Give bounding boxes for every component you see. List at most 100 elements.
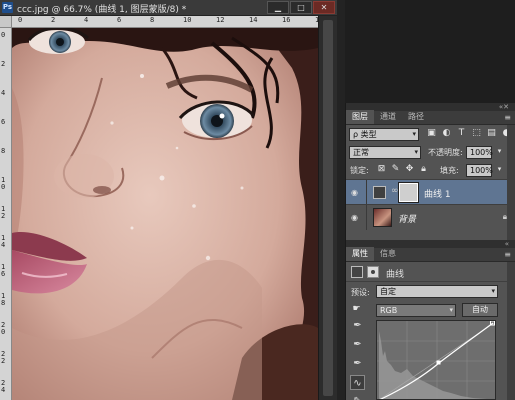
ruler-tick-label: 0 — [18, 16, 23, 24]
properties-scrollbar[interactable] — [507, 262, 515, 400]
lock-label: 锁定: — [350, 166, 369, 175]
preset-value: 自定 — [380, 287, 396, 296]
opacity-slider-icon[interactable]: ▾ — [494, 146, 505, 157]
channel-dropdown[interactable]: RGB ▾ — [376, 304, 456, 317]
canvas-vertical-scrollbar[interactable] — [318, 16, 337, 400]
layer-name[interactable]: 曲线 1 — [424, 187, 451, 200]
scrollbar-thumb[interactable] — [323, 20, 333, 396]
ruler-origin[interactable] — [0, 16, 12, 28]
preset-row: 预设: 自定 ▾ — [346, 282, 515, 301]
ruler-tick-label: 24 — [1, 379, 6, 394]
layer-name[interactable]: 背景 — [398, 212, 416, 225]
chevron-down-icon: ▾ — [491, 287, 495, 295]
ruler-tick-label: 18 — [1, 292, 6, 307]
blend-mode-dropdown[interactable]: 正常 ▾ — [349, 146, 421, 159]
ruler-tick-label: 14 — [1, 234, 6, 249]
window-controls: ▁ □ ✕ — [267, 1, 335, 14]
type-filter-icon[interactable]: T — [456, 128, 467, 139]
adjustment-filter-icon[interactable]: ◐ — [441, 128, 452, 139]
channel-value: RGB — [380, 306, 398, 315]
ruler-tick-label: 8 — [150, 16, 155, 24]
pencil-icon[interactable]: ✎ — [350, 394, 365, 400]
lock-image-icon[interactable]: ✎ — [390, 164, 401, 175]
lock-all-icon[interactable]: 🔒︎ — [418, 164, 429, 175]
fill-label: 填充: — [440, 166, 459, 175]
properties-panel-tabs: 属性 信息 ≡ — [346, 247, 515, 262]
eyedropper-white-icon[interactable]: ✒ — [350, 356, 365, 371]
preset-dropdown[interactable]: 自定 ▾ — [376, 285, 498, 298]
eye-icon[interactable]: ◉ — [351, 188, 358, 197]
close-button[interactable]: ✕ — [313, 1, 335, 14]
ruler-tick-label: 20 — [1, 321, 6, 336]
tab-paths[interactable]: 路径 — [402, 110, 430, 124]
ruler-tick-label: 6 — [1, 118, 6, 126]
document-title[interactable]: ccc.jpg @ 66.7% (曲线 1, 图层蒙版/8) * — [17, 2, 186, 15]
background-thumbnail[interactable] — [373, 208, 392, 227]
eyedropper-black-icon[interactable]: ✒ — [350, 318, 365, 333]
vertical-ruler[interactable]: 0 2 4 6 8 10 12 14 16 18 20 22 24 — [0, 28, 12, 400]
divider — [366, 180, 367, 205]
layer-filter-dropdown[interactable]: ρ 类型 ▾ — [349, 128, 419, 141]
curves-icon[interactable] — [351, 266, 363, 278]
layer-row-background[interactable]: ◉ 背景 🔒︎ — [346, 204, 515, 230]
ruler-tick-label: 6 — [117, 16, 122, 24]
curves-tools: ✒ ✒ ✒ ∿ ✎ — [350, 318, 370, 400]
mask-icon[interactable] — [367, 266, 379, 278]
ruler-tick-label: 16 — [1, 263, 6, 278]
auto-button[interactable]: 自动 — [462, 303, 498, 317]
tab-info[interactable]: 信息 — [374, 247, 402, 261]
fill-slider-icon[interactable]: ▾ — [494, 164, 505, 175]
curves-adjustment-icon[interactable] — [373, 186, 386, 199]
layer-mask-thumbnail[interactable] — [399, 183, 418, 202]
tab-channels[interactable]: 通道 — [374, 110, 402, 124]
chevron-down-icon: ▾ — [414, 148, 418, 156]
ruler-tick-label: 12 — [1, 205, 6, 220]
channel-row: ☛ RGB ▾ 自动 — [346, 301, 515, 320]
ruler-tick-label: 22 — [1, 350, 6, 365]
opacity-field[interactable]: 100% — [466, 146, 493, 159]
minimize-button[interactable]: ▁ — [267, 1, 289, 14]
hand-adjust-icon[interactable]: ☛ — [351, 304, 362, 315]
fill-field[interactable]: 100% — [466, 164, 493, 177]
eye-icon[interactable]: ◉ — [351, 213, 358, 222]
collapse-icon[interactable]: «✕ — [499, 103, 509, 111]
layer-filter-label: ρ 类型 — [353, 130, 377, 139]
maximize-button[interactable]: □ — [290, 1, 312, 14]
panel-menu-icon[interactable]: ≡ — [504, 250, 511, 259]
ruler-tick-label: 8 — [1, 147, 6, 155]
chevron-down-icon: ▾ — [412, 130, 416, 138]
blend-opacity-row: 正常 ▾ 不透明度: 100% ▾ — [346, 143, 515, 161]
chain-link-icon[interactable]: ∞ — [391, 186, 399, 196]
adjustment-title: 曲线 — [386, 270, 405, 280]
ruler-tick-label: 10 — [1, 176, 6, 191]
workspace-gutter — [337, 0, 345, 400]
layers-panel-tabs: 图层 通道 路径 ≡ — [346, 110, 515, 125]
horizontal-ruler[interactable]: 024681012141618 — [12, 16, 318, 28]
layers-panel: «✕ 图层 通道 路径 ≡ ρ 类型▾ ▣ ◐ T ⬚ ▤ ● 正常▾ 不透明度… — [345, 103, 515, 240]
tab-properties[interactable]: 属性 — [346, 247, 374, 261]
ruler-tick-label: 0 — [1, 31, 6, 39]
image-canvas[interactable] — [12, 28, 318, 400]
smart-object-filter-icon[interactable]: ▤ — [486, 128, 497, 139]
ruler-tick-label: 16 — [282, 16, 291, 24]
portrait-photo — [12, 28, 318, 400]
curves-graph[interactable] — [376, 320, 496, 400]
lock-fill-row: 锁定: ⊠ ✎ ✥ 🔒︎ 填充: 100% ▾ — [346, 161, 515, 179]
layers-scrollbar[interactable] — [507, 125, 515, 240]
panel-menu-icon[interactable]: ≡ — [504, 113, 511, 122]
eyedropper-gray-icon[interactable]: ✒ — [350, 337, 365, 352]
image-filter-icon[interactable]: ▣ — [426, 128, 437, 139]
lock-transparent-icon[interactable]: ⊠ — [376, 164, 387, 175]
collapse-icon[interactable]: « — [505, 240, 509, 248]
curves-histogram — [377, 321, 495, 399]
tab-layers[interactable]: 图层 — [346, 110, 374, 124]
lock-position-icon[interactable]: ✥ — [404, 164, 415, 175]
layer-row-curves[interactable]: ◉ ∞ 曲线 1 — [346, 179, 515, 205]
layer-filter-row: ρ 类型▾ ▣ ◐ T ⬚ ▤ ● — [346, 125, 515, 143]
photoshop-logo-icon: Ps — [2, 2, 13, 13]
chevron-down-icon: ▾ — [449, 306, 453, 314]
curve-edit-icon[interactable]: ∿ — [350, 375, 365, 390]
opacity-label: 不透明度: — [428, 148, 463, 157]
ruler-tick-label: 4 — [84, 16, 89, 24]
shape-filter-icon[interactable]: ⬚ — [471, 128, 482, 139]
